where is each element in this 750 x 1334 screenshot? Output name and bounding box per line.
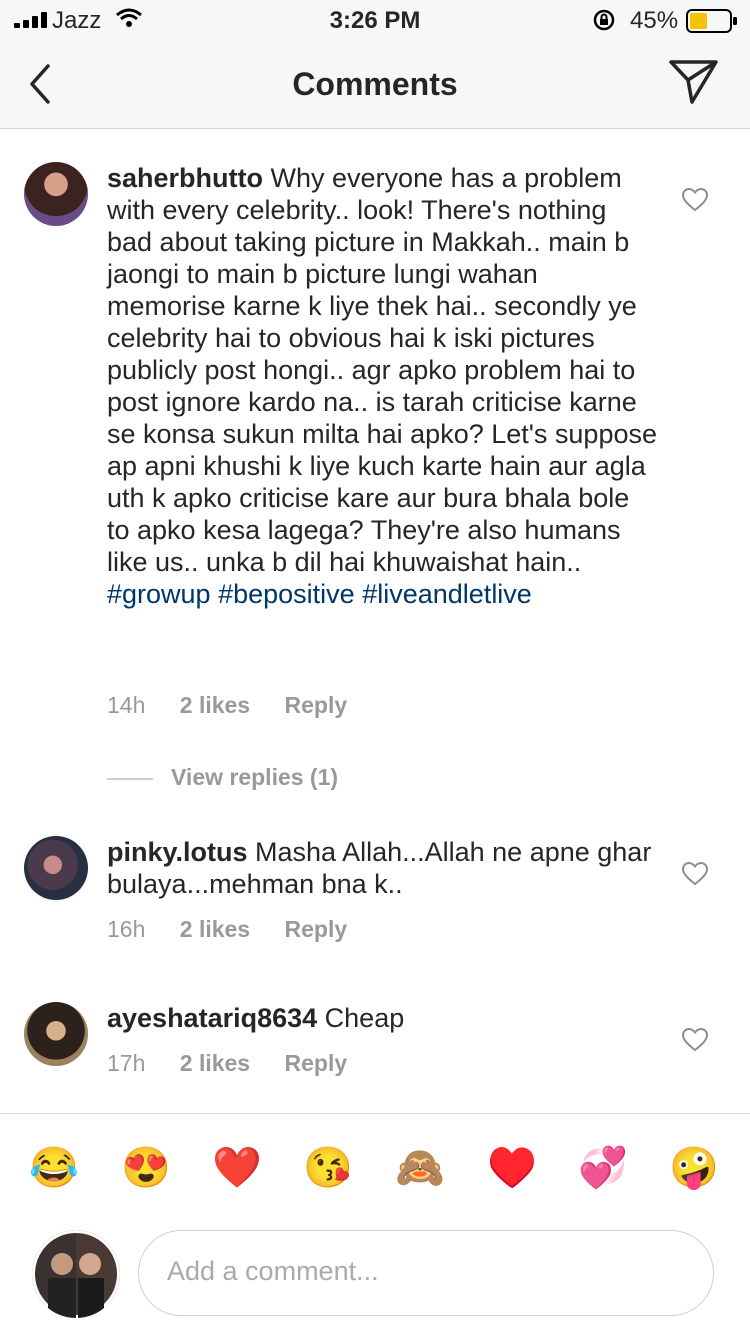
- profile-photo: [48, 1253, 104, 1318]
- rotation-lock-icon: [593, 9, 615, 31]
- paper-plane-icon[interactable]: [668, 58, 720, 106]
- comment-time: 17h: [107, 1050, 146, 1076]
- heart-icon[interactable]: [682, 1028, 708, 1052]
- comment-text: pinky.lotus Masha Allah...Allah ne apne …: [107, 836, 657, 900]
- comment-meta: 16h 2 likes Reply: [107, 916, 375, 943]
- comment-text: saherbhutto Why everyone has a problem w…: [107, 162, 657, 610]
- reply-button[interactable]: Reply: [285, 692, 348, 718]
- reply-button[interactable]: Reply: [285, 1050, 348, 1076]
- likes-count[interactable]: 2 likes: [180, 692, 250, 718]
- emoji-bar: 😂 😍 ❤️ 😘 🙈 ♥️ 💞 🤪: [0, 1138, 750, 1198]
- comment-meta: 17h 2 likes Reply: [107, 1050, 375, 1077]
- comment-input[interactable]: [165, 1255, 669, 1288]
- emoji-zany-face-button[interactable]: 🤪: [664, 1138, 724, 1198]
- hashtag-link[interactable]: #bepositive: [218, 579, 355, 609]
- comment-username[interactable]: saherbhutto: [107, 163, 263, 193]
- likes-count[interactable]: 2 likes: [180, 1050, 250, 1076]
- view-replies-button[interactable]: View replies (1): [107, 764, 338, 791]
- heart-icon[interactable]: [682, 188, 708, 212]
- nav-bar: Comments: [0, 40, 750, 129]
- comment-username[interactable]: ayeshatariq8634: [107, 1003, 317, 1033]
- heart-icon[interactable]: [682, 862, 708, 886]
- comment-composer: [138, 1230, 714, 1316]
- emoji-two-hearts-button[interactable]: 💞: [573, 1138, 633, 1198]
- hashtag-link[interactable]: #liveandletlive: [362, 579, 532, 609]
- status-bar: Jazz 3:26 PM 45%: [0, 0, 750, 40]
- reply-button[interactable]: Reply: [285, 916, 348, 942]
- emoji-red-heart-button[interactable]: ❤️: [207, 1138, 267, 1198]
- comment-time: 14h: [107, 692, 146, 718]
- emoji-heart-suit-button[interactable]: ♥️: [482, 1138, 542, 1198]
- emoji-tears-of-joy-button[interactable]: 😂: [24, 1138, 84, 1198]
- avatar[interactable]: [24, 1002, 88, 1066]
- hashtag-link[interactable]: #growup: [107, 579, 211, 609]
- battery-percent: 45%: [630, 7, 679, 34]
- divider-line: [107, 777, 153, 780]
- emoji-kiss-button[interactable]: 😘: [298, 1138, 358, 1198]
- avatar[interactable]: [24, 836, 88, 900]
- comment-time: 16h: [107, 916, 146, 942]
- page-title: Comments: [292, 66, 458, 102]
- battery-icon: [686, 9, 737, 33]
- comment-body: Why everyone has a problem with every ce…: [107, 163, 657, 577]
- emoji-see-no-evil-button[interactable]: 🙈: [390, 1138, 450, 1198]
- comment-username[interactable]: pinky.lotus: [107, 837, 248, 867]
- avatar[interactable]: [24, 162, 88, 226]
- emoji-heart-eyes-button[interactable]: 😍: [116, 1138, 176, 1198]
- divider: [0, 1113, 750, 1114]
- comment-meta: 14h 2 likes Reply: [107, 692, 375, 719]
- comment-body: Cheap: [324, 1003, 405, 1033]
- likes-count[interactable]: 2 likes: [180, 916, 250, 942]
- my-avatar: [32, 1230, 120, 1318]
- comment-text: ayeshatariq8634 Cheap: [107, 1002, 657, 1034]
- view-replies-label: View replies (1): [171, 764, 339, 790]
